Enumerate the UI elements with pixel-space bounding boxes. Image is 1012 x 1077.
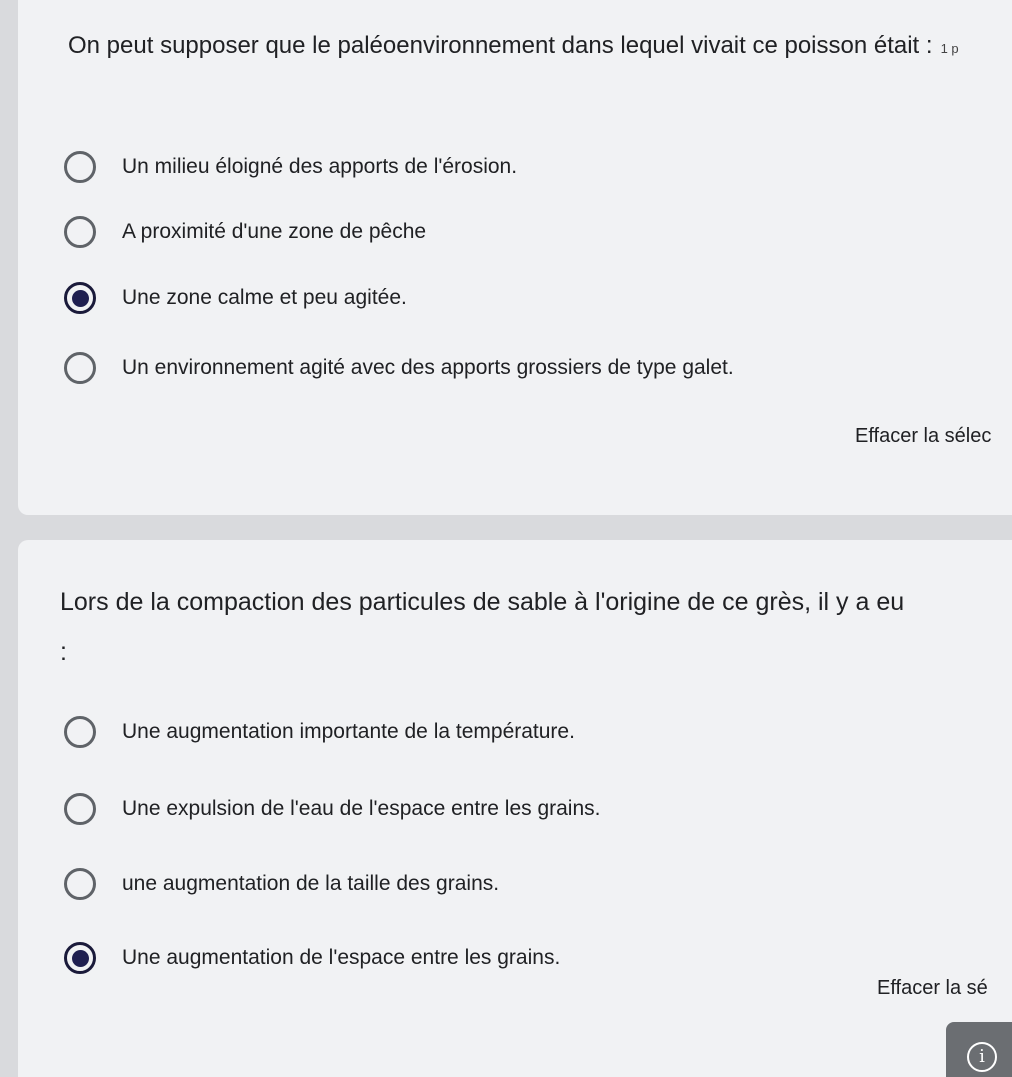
option-label: Une augmentation importante de la tempér… — [122, 720, 575, 743]
clear-selection-button[interactable]: Effacer la sé — [877, 977, 988, 1000]
radio-button[interactable] — [64, 151, 96, 183]
option-label: Un environnement agité avec des apports … — [122, 356, 734, 379]
option-label: une augmentation de la taille des grains… — [122, 872, 500, 895]
points-label: 1 p — [940, 41, 959, 56]
question-title: Lors de la compaction des particules de … — [60, 588, 905, 616]
radio-option-2[interactable]: Une expulsion de l'eau de l'espace entre… — [64, 787, 601, 831]
radio-dot — [71, 289, 89, 307]
radio-button[interactable] — [64, 793, 96, 825]
question-text: On peut supposer que le paléoenvironneme… — [68, 32, 933, 59]
radio-dot — [71, 949, 89, 967]
radio-option-3[interactable]: Une zone calme et peu agitée. — [64, 276, 407, 320]
question-title-colon: : — [60, 638, 67, 666]
question-card-1: On peut supposer que le paléoenvironneme… — [18, 0, 1012, 515]
option-label: A proximité d'une zone de pêche — [122, 220, 427, 243]
radio-option-1[interactable]: Une augmentation importante de la tempér… — [64, 710, 575, 754]
option-label: Un milieu éloigné des apports de l'érosi… — [122, 155, 518, 178]
radio-button[interactable] — [64, 216, 96, 248]
question-card-2: Lors de la compaction des particules de … — [18, 540, 1012, 1077]
radio-option-3[interactable]: une augmentation de la taille des grains… — [64, 862, 499, 906]
radio-option-4[interactable]: Un environnement agité avec des apports … — [64, 346, 734, 390]
radio-button[interactable] — [64, 868, 96, 900]
radio-option-4[interactable]: Une augmentation de l'espace entre les g… — [64, 936, 560, 980]
info-button[interactable]: i — [946, 1022, 1012, 1077]
option-label: Une augmentation de l'espace entre les g… — [122, 946, 561, 969]
option-label: Une zone calme et peu agitée. — [122, 286, 407, 309]
radio-button-selected[interactable] — [64, 282, 96, 314]
radio-button[interactable] — [64, 352, 96, 384]
option-label: Une expulsion de l'eau de l'espace entre… — [122, 797, 601, 820]
info-icon: i — [967, 1042, 997, 1072]
radio-button-selected[interactable] — [64, 942, 96, 974]
radio-button[interactable] — [64, 716, 96, 748]
radio-option-2[interactable]: A proximité d'une zone de pêche — [64, 210, 426, 254]
radio-option-1[interactable]: Un milieu éloigné des apports de l'érosi… — [64, 145, 517, 189]
question-title: On peut supposer que le paléoenvironneme… — [68, 28, 1012, 67]
clear-selection-button[interactable]: Effacer la sélec — [855, 425, 991, 448]
